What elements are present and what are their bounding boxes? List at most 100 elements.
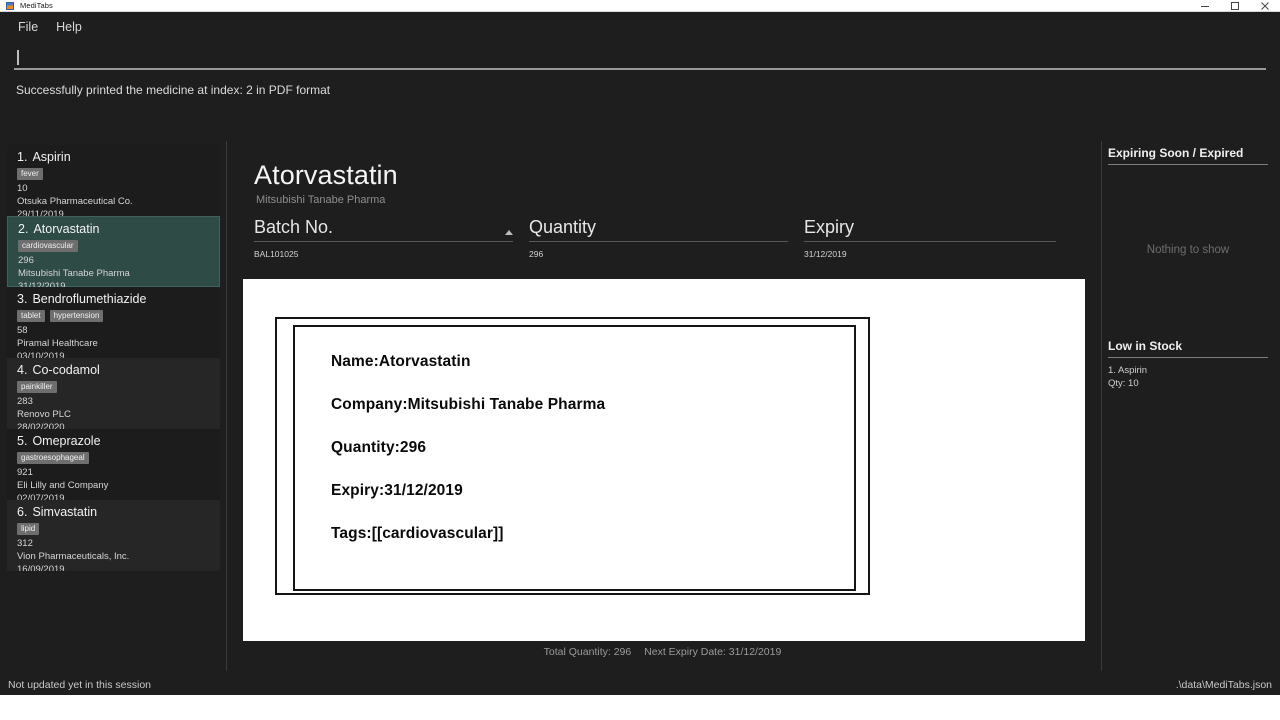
desktop-strip <box>0 695 1280 720</box>
tag-chip: painkiller <box>17 380 57 393</box>
medicine-number: 6. <box>17 505 28 519</box>
preview-line-company: Company:Mitsubishi Tanabe Pharma <box>331 396 606 413</box>
medicine-title: 4. Co-codamol <box>17 363 212 378</box>
column-value: 31/12/2019 <box>804 248 847 259</box>
tag-row: cardiovascular <box>18 239 211 252</box>
medicine-list[interactable]: 1. Aspirin fever 10 Otsuka Pharmaceutical… <box>7 145 220 571</box>
tag-chip: tablet <box>17 309 45 322</box>
tag-row: fever <box>17 167 212 180</box>
medicine-quantity: 921 <box>17 466 33 478</box>
list-item[interactable]: 3. Bendroflumethiazide tablet hypertensio… <box>7 287 220 362</box>
column-header[interactable]: Batch No. <box>254 217 513 242</box>
medicine-company: Vion Pharmaceuticals, Inc. <box>17 550 130 562</box>
preview-inner-border: Name:Atorvastatin Company:Mitsubishi Tan… <box>293 325 856 591</box>
totals-summary: Total Quantity: 296 Next Expiry Date: 31… <box>240 646 1085 658</box>
column-header-label: Expiry <box>804 217 855 237</box>
medicine-name: Omeprazole <box>32 434 101 448</box>
minimize-icon[interactable] <box>1190 0 1220 11</box>
medicine-name: Atorvastatin <box>33 222 100 236</box>
column-header[interactable]: Expiry <box>804 217 1056 242</box>
medicine-company: Otsuka Pharmaceutical Co. <box>17 195 133 207</box>
preview-outer-border: Name:Atorvastatin Company:Mitsubishi Tan… <box>275 317 870 595</box>
medicine-name: Bendroflumethiazide <box>32 292 147 306</box>
low-in-stock-title: Low in Stock <box>1108 339 1268 358</box>
medicine-name: Aspirin <box>32 150 71 164</box>
close-icon[interactable] <box>1250 0 1280 11</box>
column-expiry[interactable]: Expiry 31/12/2019 <box>804 217 1072 259</box>
column-header-label: Quantity <box>529 217 597 237</box>
sidebar-divider <box>226 141 227 671</box>
medicine-expiry: 16/09/2019 <box>17 563 65 571</box>
column-quantity[interactable]: Quantity 296 <box>529 217 804 259</box>
command-input[interactable] <box>14 46 1266 70</box>
menu-item-help[interactable]: Help <box>50 18 88 36</box>
low-stock-item-label: 1. Aspirin <box>1108 365 1148 376</box>
medicine-number: 4. <box>17 363 28 377</box>
tag-chip: gastroesophageal <box>17 451 89 464</box>
medicine-company: Mitsubishi Tanabe Pharma <box>18 267 130 279</box>
list-item[interactable]: 6. Simvastatin lipid 312 Vion Pharmaceuti… <box>7 500 220 571</box>
preview-line-quantity: Quantity:296 <box>331 439 427 456</box>
medicine-quantity: 283 <box>17 395 33 407</box>
preview-line-expiry: Expiry:31/12/2019 <box>331 482 463 499</box>
command-input-wrapper <box>14 46 1266 73</box>
right-panel: Expiring Soon / Expired Nothing to show … <box>1108 141 1274 671</box>
medicine-number: 1. <box>17 150 28 164</box>
tag-chip: cardiovascular <box>18 239 78 252</box>
tag-row: gastroesophageal <box>17 451 212 464</box>
medicine-name: Simvastatin <box>32 505 98 519</box>
status-message: Successfully printed the medicine at ind… <box>16 83 331 97</box>
list-item[interactable]: 4. Co-codamol painkiller 283 Renovo PLC 2… <box>7 358 220 433</box>
medicine-quantity: 58 <box>17 324 28 336</box>
medicine-name: Co-codamol <box>32 363 100 377</box>
detail-company: Mitsubishi Tanabe Pharma <box>256 194 386 207</box>
app-icon <box>6 1 14 10</box>
sort-ascending-icon[interactable] <box>505 229 513 235</box>
medicine-quantity: 10 <box>17 182 28 194</box>
medicine-number: 3. <box>17 292 28 306</box>
text-caret <box>17 49 19 65</box>
expiring-soon-title: Expiring Soon / Expired <box>1108 146 1268 165</box>
list-item[interactable]: 5. Omeprazole gastroesophageal 921 Eli Li… <box>7 429 220 504</box>
menu-bar: File Help <box>0 12 1280 42</box>
medicine-title: 2. Atorvastatin <box>18 222 211 237</box>
column-header[interactable]: Quantity <box>529 217 788 242</box>
column-batch-no[interactable]: Batch No. BAL101025 <box>254 217 529 259</box>
session-status: Not updated yet in this session <box>8 679 152 691</box>
status-bar: Not updated yet in this session .\data\M… <box>0 675 1280 695</box>
medicine-title: 5. Omeprazole <box>17 434 212 449</box>
window-controls <box>1190 0 1280 11</box>
next-expiry-date: Next Expiry Date: 31/12/2019 <box>644 646 782 658</box>
low-in-stock-panel: Low in Stock 1. Aspirin Qty: 10 <box>1108 339 1268 390</box>
tag-row: painkiller <box>17 380 212 393</box>
tag-chip: fever <box>17 167 43 180</box>
low-stock-item[interactable]: 1. Aspirin Qty: 10 <box>1108 358 1268 390</box>
page-title: Atorvastatin <box>254 160 398 190</box>
preview-line-name: Name:Atorvastatin <box>331 353 471 370</box>
column-header-label: Batch No. <box>254 217 334 237</box>
medicine-title: 6. Simvastatin <box>17 505 212 520</box>
medicine-title: 3. Bendroflumethiazide <box>17 292 212 307</box>
detail-columns: Batch No. BAL101025 Quantity 296 Expiry … <box>254 217 1072 259</box>
window-titlebar: MediTabs <box>0 0 1280 11</box>
meditabs-app-window: MediTabs File Help Successfully printed … <box>0 0 1280 720</box>
window-title: MediTabs <box>20 0 53 10</box>
medicine-company: Piramal Healthcare <box>17 337 98 349</box>
menu-item-file[interactable]: File <box>12 18 44 36</box>
preview-content: Name:Atorvastatin Company:Mitsubishi Tan… <box>295 327 854 543</box>
data-file-path: .\data\MediTabs.json <box>1175 679 1272 691</box>
print-preview-sheet: Name:Atorvastatin Company:Mitsubishi Tan… <box>243 279 1085 641</box>
tag-row: lipid <box>17 522 212 535</box>
tag-chip: hypertension <box>49 309 104 322</box>
medicine-company: Renovo PLC <box>17 408 71 420</box>
list-item-selected[interactable]: 2. Atorvastatin cardiovascular 296 Mitsub… <box>7 216 220 292</box>
tag-row: tablet hypertension <box>17 309 212 322</box>
preview-line-tags: Tags:[[cardiovascular]] <box>331 525 504 542</box>
low-stock-item-qty: Qty: 10 <box>1108 378 1139 389</box>
medicine-number: 5. <box>17 434 28 448</box>
expiring-soon-panel: Expiring Soon / Expired Nothing to show <box>1108 146 1268 335</box>
right-panel-divider <box>1101 141 1102 671</box>
list-item[interactable]: 1. Aspirin fever 10 Otsuka Pharmaceutical… <box>7 145 220 220</box>
total-quantity: Total Quantity: 296 <box>543 646 632 658</box>
maximize-icon[interactable] <box>1220 0 1250 11</box>
